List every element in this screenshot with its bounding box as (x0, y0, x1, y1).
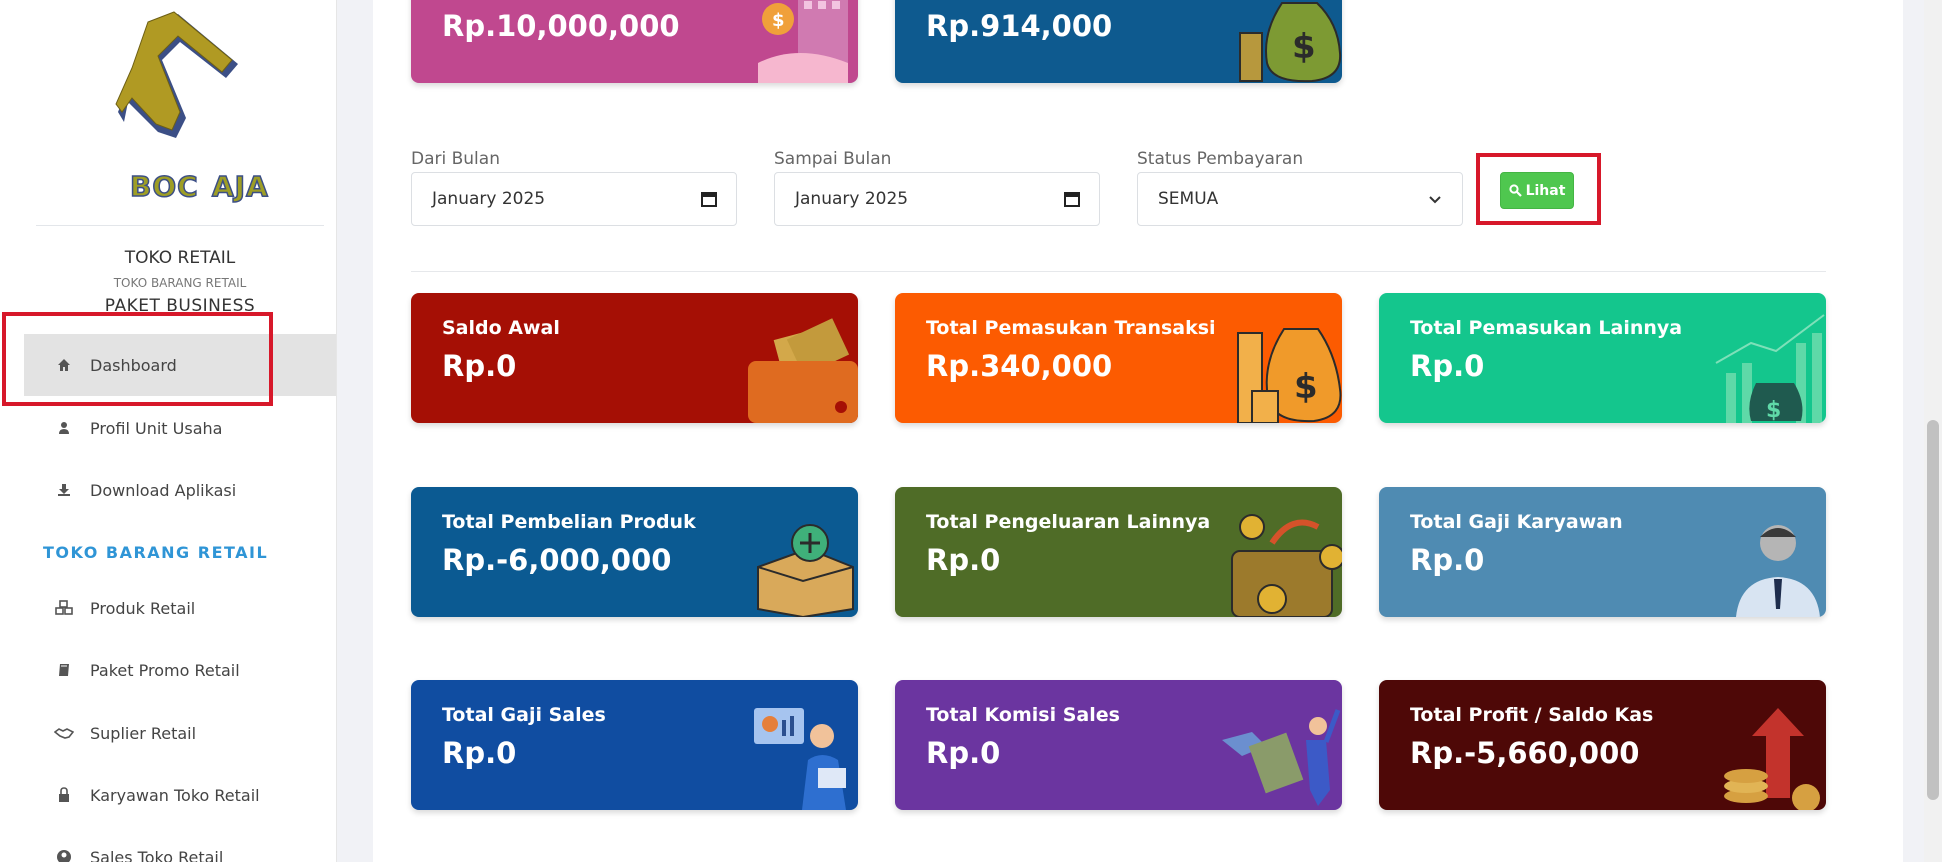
card-label: Total Pemasukan Lainnya (1410, 317, 1683, 339)
sidebar-item-label: Karyawan Toko Retail (90, 785, 260, 805)
sidebar-item-download[interactable]: Download Aplikasi (24, 459, 336, 521)
sidebar-item-label: Download Aplikasi (90, 480, 237, 500)
lihat-button-label: Lihat (1525, 182, 1566, 199)
sidebar-item-profil[interactable]: Profil Unit Usaha (24, 397, 336, 459)
svg-text:$: $ (772, 10, 785, 31)
sidebar-item-label: Suplier Retail (90, 723, 197, 743)
sidebar-item-label: Produk Retail (90, 598, 196, 618)
card-total-pemasukan-transaksi: Total Pemasukan Transaksi Rp.340,000 $ (895, 293, 1342, 423)
card-value: Rp.-6,000,000 (442, 543, 672, 577)
sidebar-item-label: Profil Unit Usaha (90, 418, 223, 438)
svg-text:$: $ (1294, 367, 1318, 407)
to-month-value: January 2025 (795, 189, 909, 209)
sidebar-item-dashboard[interactable]: Dashboard (24, 334, 336, 396)
payment-status-label: Status Pembayaran (1137, 149, 1304, 169)
search-icon (1508, 184, 1522, 197)
sidebar-item-paket-promo[interactable]: Paket Promo Retail (24, 639, 336, 701)
lock-icon (54, 785, 74, 805)
commission-icon (1222, 709, 1341, 806)
svg-text:BOC: BOC (130, 170, 199, 203)
property-money-icon: $ (758, 0, 848, 83)
card-total-gaji-karyawan: Total Gaji Karyawan Rp.0 (1379, 487, 1826, 617)
svg-text:AJA: AJA (212, 170, 269, 203)
user-circle-icon (54, 847, 74, 862)
home-icon (54, 355, 74, 375)
wallet-icon (748, 318, 858, 423)
filter-divider (411, 271, 1826, 272)
card-value: Rp.-5,660,000 (1410, 736, 1640, 770)
logo-text: BOC AJA (129, 169, 269, 204)
payment-status-select[interactable]: SEMUA (1137, 172, 1463, 226)
card-value: Rp.0 (442, 736, 517, 770)
sidebar-item-produk-retail[interactable]: Produk Retail (24, 577, 336, 639)
growth-chart-icon: $ (1715, 314, 1825, 423)
sidebar-item-karyawan[interactable]: Karyawan Toko Retail (24, 764, 336, 826)
box-add-icon (757, 524, 854, 617)
card-total-pemasukan-lainnya: Total Pemasukan Lainnya Rp.0 $ (1379, 293, 1826, 423)
chevron-down-icon (1429, 196, 1441, 204)
card-total-pembelian-produk: Total Pembelian Produk Rp.-6,000,000 (411, 487, 858, 617)
store-name: TOKO RETAIL (124, 248, 236, 268)
svg-text:$: $ (1766, 398, 1781, 423)
payment-status-value: SEMUA (1158, 189, 1219, 209)
card-total-profit-saldo-kas: Total Profit / Saldo Kas Rp.-5,660,000 (1379, 680, 1826, 810)
profit-icon (1724, 708, 1820, 810)
money-bag-icon: $ (1237, 328, 1342, 423)
book-icon (54, 660, 74, 680)
store-subtitle: TOKO BARANG RETAIL (113, 276, 247, 290)
card-label: Total Pemasukan Transaksi (926, 317, 1216, 339)
from-month-label: Dari Bulan (411, 149, 500, 169)
card-label: Total Gaji Karyawan (1410, 511, 1623, 533)
card-label: Total Komisi Sales (926, 704, 1120, 726)
card-label: Total Pengeluaran Lainnya (926, 511, 1211, 533)
sidebar: BOC AJA TOKO RETAIL TOKO BARANG RETAIL P… (0, 0, 337, 862)
summary-card-top-1: Rp.10,000,000 $ (411, 0, 858, 83)
svg-text:$: $ (1292, 27, 1316, 67)
wallet-out-icon (1231, 514, 1342, 617)
sidebar-section-title: TOKO BARANG RETAIL (43, 543, 269, 562)
employee-icon (1736, 525, 1820, 617)
from-month-input[interactable]: January 2025 (411, 172, 737, 226)
card-label: Total Profit / Saldo Kas (1410, 704, 1654, 726)
card-value: Rp.0 (1410, 543, 1485, 577)
download-icon (54, 480, 74, 500)
store-package: PAKET BUSINESS (104, 296, 256, 316)
card-total-pengeluaran-lainnya: Total Pengeluaran Lainnya Rp.0 (895, 487, 1342, 617)
scrollbar-thumb[interactable] (1927, 420, 1939, 800)
card-label: Total Gaji Sales (442, 704, 606, 726)
from-month-value: January 2025 (432, 189, 546, 209)
card-value: Rp.0 (1410, 349, 1485, 383)
to-month-label: Sampai Bulan (774, 149, 892, 169)
calendar-icon[interactable] (1063, 190, 1081, 208)
sidebar-item-label: Paket Promo Retail (90, 660, 240, 680)
card-value: Rp.0 (926, 736, 1001, 770)
lihat-button[interactable]: Lihat (1500, 172, 1574, 209)
money-bag-icon: $ (1239, 2, 1342, 83)
cubes-icon (54, 598, 74, 618)
card-total-komisi-sales: Total Komisi Sales Rp.0 (895, 680, 1342, 810)
card-value: Rp.914,000 (926, 9, 1113, 43)
sidebar-item-label: Sales Toko Retail (90, 847, 224, 862)
card-total-gaji-sales: Total Gaji Sales Rp.0 (411, 680, 858, 810)
card-label: Total Pembelian Produk (442, 511, 696, 533)
card-value: Rp.10,000,000 (442, 9, 680, 43)
sales-person-icon (754, 708, 846, 810)
user-icon (54, 418, 74, 438)
brand-logo: BOC AJA (0, 0, 336, 225)
card-value: Rp.340,000 (926, 349, 1113, 383)
sidebar-item-sales[interactable]: Sales Toko Retail (24, 826, 336, 862)
summary-card-top-2: Rp.914,000 $ (895, 0, 1342, 83)
card-label: Saldo Awal (442, 317, 560, 339)
card-saldo-awal: Saldo Awal Rp.0 (411, 293, 858, 423)
calendar-icon[interactable] (700, 190, 718, 208)
to-month-input[interactable]: January 2025 (774, 172, 1100, 226)
logo-divider (36, 225, 324, 226)
sidebar-item-label: Dashboard (90, 355, 177, 375)
card-value: Rp.0 (926, 543, 1001, 577)
card-value: Rp.0 (442, 349, 517, 383)
sidebar-item-suplier[interactable]: Suplier Retail (24, 702, 336, 764)
handshake-icon (54, 723, 74, 743)
